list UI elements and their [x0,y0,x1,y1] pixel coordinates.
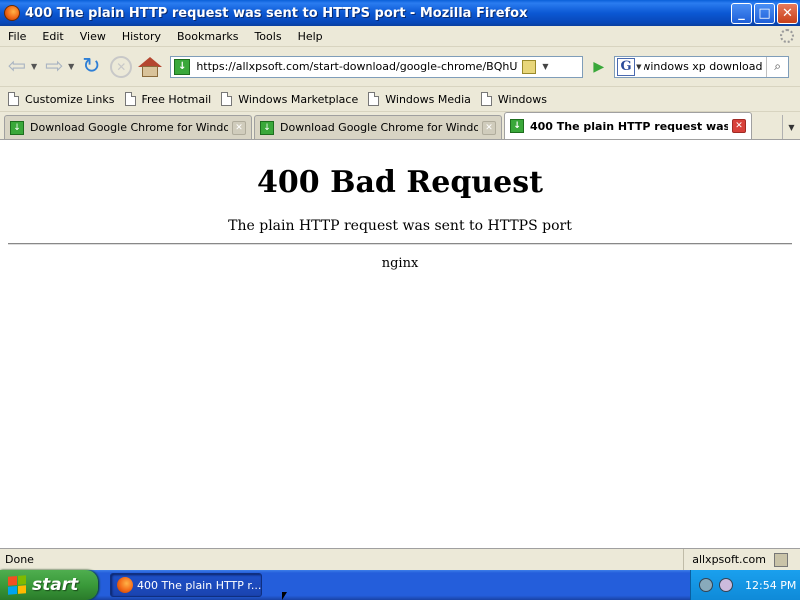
network-icon[interactable] [699,578,713,592]
status-text: Done [5,553,34,566]
page-icon [124,92,136,106]
page-content: 400 Bad Request The plain HTTP request w… [0,141,800,548]
firefox-icon [4,5,20,21]
throbber-icon [780,29,794,43]
tab-close-button[interactable]: ✕ [482,120,496,135]
tab-close-button[interactable]: ✕ [232,120,246,135]
page-icon [480,92,492,106]
mouse-cursor-icon [282,592,292,600]
status-domain-panel: allxpsoft.com [683,549,800,570]
back-button[interactable]: ⇦ [4,54,30,80]
tab[interactable]: ↓ Download Google Chrome for Window... ✕ [4,115,252,139]
forward-button[interactable]: ⇨ [41,54,67,80]
taskbar: start 400 The plain HTTP r... 12:54 PM [0,570,800,600]
home-button[interactable] [138,55,163,79]
menu-edit[interactable]: Edit [34,30,71,43]
url-input[interactable]: https://allxpsoft.com/start-download/goo… [196,60,518,73]
minimize-button[interactable]: _ [731,2,752,24]
tab-label: Download Google Chrome for Window... [280,121,478,134]
firefox-icon [117,577,133,593]
download-favicon-icon: ↓ [260,120,274,135]
clock[interactable]: 12:54 PM [745,579,796,592]
download-favicon-icon: ↓ [10,120,24,135]
bookmark-label: Windows Marketplace [238,92,359,106]
site-favicon-icon: ↓ [174,58,191,75]
bookmark-item[interactable]: Free Hotmail [124,92,212,106]
error-message: The plain HTTP request was sent to HTTPS… [228,218,572,234]
menu-help[interactable]: Help [290,30,331,43]
menu-tools[interactable]: Tools [246,30,289,43]
search-engine-dropdown-icon[interactable]: ▼ [636,63,641,71]
system-tray: 12:54 PM [690,570,800,600]
bookmark-label: Customize Links [25,92,115,106]
window-controls: _ □ ✕ [731,2,798,24]
status-domain: allxpsoft.com [692,553,766,566]
bookmark-item[interactable]: Windows Media [368,92,471,106]
bookmark-label: Windows Media [385,92,471,106]
search-button[interactable]: ⌕ [766,56,788,77]
tab-strip: ↓ Download Google Chrome for Window... ✕… [0,112,800,140]
search-engine-icon[interactable]: G [617,57,636,76]
page-icon [368,92,380,106]
windows-logo-icon [8,575,26,595]
start-label: start [32,575,79,595]
tab-list-dropdown-icon[interactable]: ▼ [782,115,800,139]
page-heading: 400 Bad Request [257,165,543,200]
menu-bar: File Edit View History Bookmarks Tools H… [0,26,800,47]
menu-history[interactable]: History [114,30,169,43]
taskbar-item-firefox[interactable]: 400 The plain HTTP r... [110,573,262,597]
menu-bookmarks[interactable]: Bookmarks [169,30,246,43]
bookmark-label: Free Hotmail [141,92,212,106]
download-favicon-icon: ↓ [510,119,524,133]
address-bar[interactable]: ↓ https://allxpsoft.com/start-download/g… [170,55,584,78]
title-bar: 400 The plain HTTP request was sent to H… [0,0,800,26]
server-name: nginx [381,256,419,271]
bookmark-item[interactable]: Customize Links [8,92,115,106]
menu-file[interactable]: File [0,30,34,43]
search-bar[interactable]: G ▼ chrome for windows xp download ⌕ [614,55,790,78]
tab-label: Download Google Chrome for Window... [30,121,228,134]
window-title: 400 The plain HTTP request was sent to H… [25,5,528,21]
tab-active[interactable]: ↓ 400 The plain HTTP request was ... ✕ [504,112,752,139]
search-input[interactable]: chrome for windows xp download [644,60,762,73]
status-bar: Done allxpsoft.com [0,548,800,570]
stop-button[interactable]: ✕ [110,55,133,78]
bookmark-item[interactable]: Windows [480,92,547,106]
tab-label: 400 The plain HTTP request was ... [530,119,728,133]
back-history-dropdown-icon[interactable]: ▼ [31,62,37,71]
navigation-toolbar: ⇦ ▼ ⇨ ▼ ↻ ✕ ↓ https://allxpsoft.com/star… [0,47,800,87]
go-button[interactable]: ▶ [593,59,604,75]
bookmark-item[interactable]: Windows Marketplace [221,92,358,106]
volume-icon[interactable] [719,578,733,592]
divider [8,243,792,245]
forward-history-dropdown-icon[interactable]: ▼ [68,62,74,71]
reload-button[interactable]: ↻ [78,54,104,80]
tab-close-button[interactable]: ✕ [732,119,746,133]
start-button[interactable]: start [0,570,98,600]
tab[interactable]: ↓ Download Google Chrome for Window... ✕ [254,115,502,139]
lock-icon[interactable] [522,59,537,74]
bookmark-label: Windows [497,92,547,106]
close-button[interactable]: ✕ [777,2,798,24]
maximize-button[interactable]: □ [754,2,775,24]
lock-icon[interactable] [774,552,788,567]
taskbar-item-label: 400 The plain HTTP r... [136,578,261,592]
url-history-dropdown-icon[interactable]: ▼ [542,62,548,71]
page-icon [221,92,233,106]
menu-view[interactable]: View [72,30,114,43]
bookmarks-toolbar: Customize Links Free Hotmail Windows Mar… [0,87,800,112]
page-icon [8,92,19,106]
